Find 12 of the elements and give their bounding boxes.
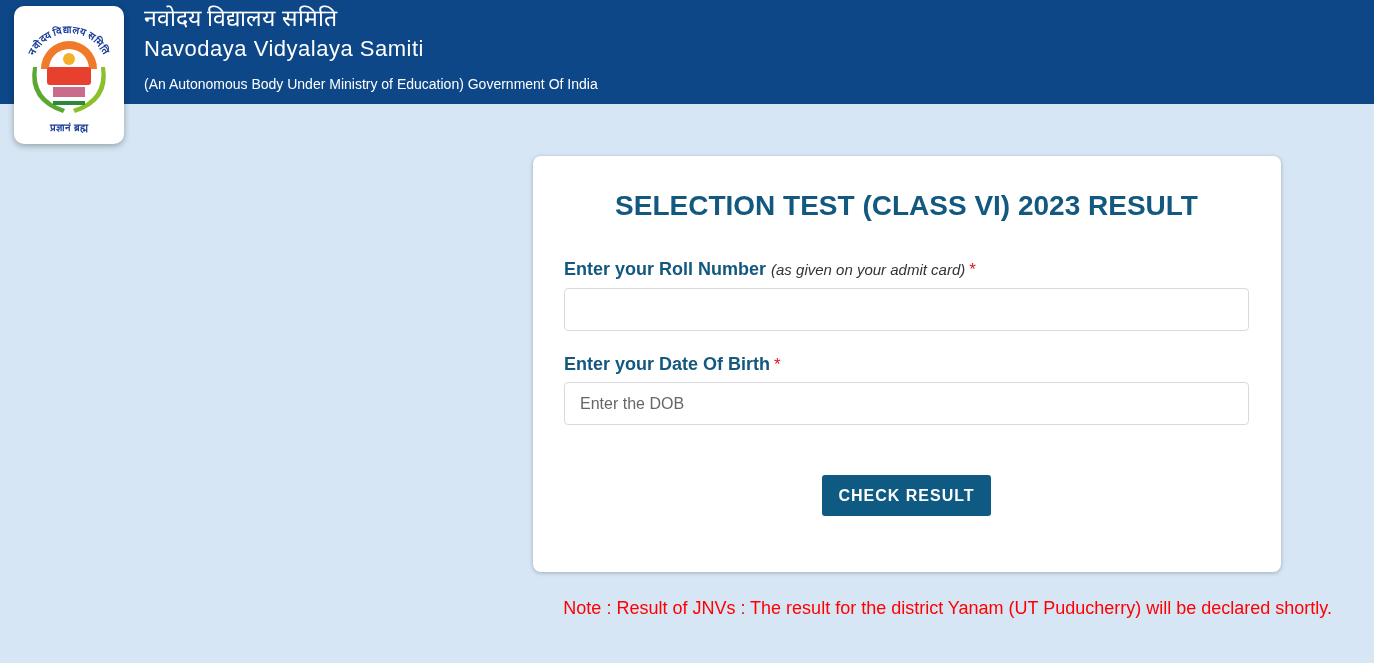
site-subtitle: (An Autonomous Body Under Ministry of Education) Government Of India [144,75,598,94]
required-mark: * [969,260,976,280]
site-title: Navodaya Vidyalaya Samiti [144,35,425,63]
field-label: Enter your Date Of Birth [564,353,771,376]
site-title-hindi: नवोदय विद्यालय समिति [144,4,339,32]
input-field[interactable] [564,288,1249,331]
form-title: SELECTION TEST (CLASS VI) 2023 RESULT [614,189,1199,223]
required-mark: * [774,355,781,375]
field-label: Enter your Roll Number (as given on your admit card) [564,258,966,281]
check-result-button[interactable]: CHECK RESULT [822,475,991,516]
input-field[interactable]: Enter the DOB [564,382,1249,425]
note-text: Note : Result of JNVs : The result for the district Yanam (UT Puducherry) will be declared shortly. [563,597,1332,620]
